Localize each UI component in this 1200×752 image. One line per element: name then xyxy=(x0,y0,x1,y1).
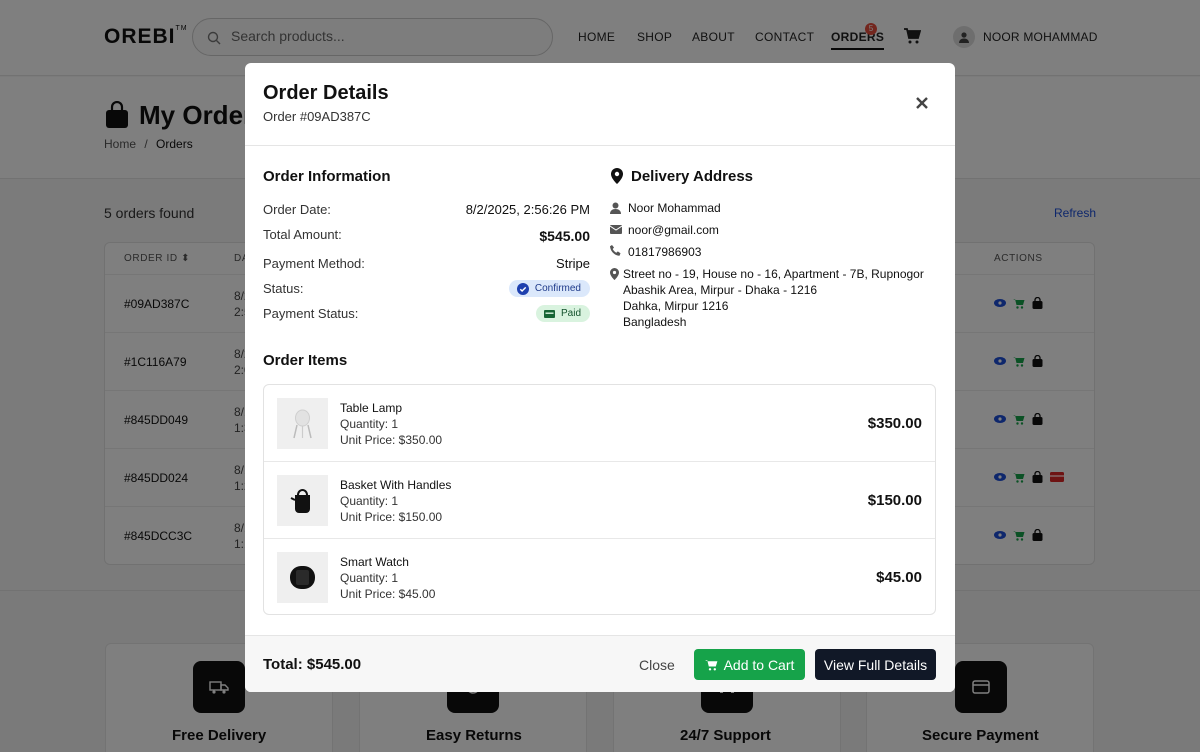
chair-image xyxy=(277,398,328,449)
phone-icon xyxy=(610,245,621,256)
item-price: $350.00 xyxy=(867,415,922,432)
product-thumbnail xyxy=(277,398,328,449)
address-line-4: Bangladesh xyxy=(623,315,687,329)
add-to-cart-button[interactable]: Add to Cart xyxy=(694,649,805,680)
modal-footer: Total: $545.00 Close Add to Cart View Fu… xyxy=(245,635,955,692)
list-item: Smart Watch Quantity: 1 Unit Price: $45.… xyxy=(264,539,935,616)
money-icon xyxy=(543,309,555,318)
delivery-address-title: Delivery Address xyxy=(631,168,754,185)
check-circle-icon xyxy=(516,282,529,295)
list-item: Basket With Handles Quantity: 1 Unit Pri… xyxy=(264,462,935,539)
address-phone: 01817986903 xyxy=(628,245,702,259)
payment-method-label: Payment Method: xyxy=(263,256,365,271)
kettle-image xyxy=(277,475,328,526)
list-item: Table Lamp Quantity: 1 Unit Price: $350.… xyxy=(264,385,935,462)
address-email: noor@gmail.com xyxy=(628,223,719,237)
payment-status-badge: Paid xyxy=(535,305,590,322)
location-pin-icon xyxy=(611,168,623,184)
map-pin-icon xyxy=(610,268,619,280)
order-items-list: Table Lamp Quantity: 1 Unit Price: $350.… xyxy=(263,384,936,615)
order-items-title: Order Items xyxy=(263,352,348,369)
item-quantity: Quantity: 1 xyxy=(340,494,399,508)
cart-icon xyxy=(704,659,717,670)
order-info-title: Order Information xyxy=(263,168,391,185)
user-icon xyxy=(610,202,621,214)
view-full-details-button[interactable]: View Full Details xyxy=(815,649,936,680)
address-line-3: Dahka, Mirpur 1216 xyxy=(623,299,729,313)
item-price: $45.00 xyxy=(876,569,922,586)
status-badge: Confirmed xyxy=(508,280,590,297)
product-thumbnail xyxy=(277,475,328,526)
item-price: $150.00 xyxy=(867,492,922,509)
close-icon[interactable] xyxy=(913,94,931,112)
address-name: Noor Mohammad xyxy=(628,201,721,215)
order-total: Total: $545.00 xyxy=(263,656,362,673)
smart-watch-image xyxy=(277,552,328,603)
total-amount-label: Total Amount: xyxy=(263,227,342,242)
close-button[interactable]: Close xyxy=(639,657,675,673)
modal-title: Order Details xyxy=(263,82,389,104)
order-details-modal: Order Details Order #09AD387C Order Info… xyxy=(245,63,955,692)
item-name: Basket With Handles xyxy=(340,478,452,492)
modal-header: Order Details Order #09AD387C xyxy=(245,63,955,146)
payment-status-label: Payment Status: xyxy=(263,306,359,321)
item-unit-price: Unit Price: $350.00 xyxy=(340,433,443,447)
order-date-label: Order Date: xyxy=(263,202,331,217)
item-quantity: Quantity: 1 xyxy=(340,417,399,431)
item-unit-price: Unit Price: $150.00 xyxy=(340,510,443,524)
payment-method-value: Stripe xyxy=(556,256,590,271)
envelope-icon xyxy=(610,225,622,234)
total-amount-value: $545.00 xyxy=(539,228,590,244)
item-quantity: Quantity: 1 xyxy=(340,571,399,585)
order-date-value: 8/2/2025, 2:56:26 PM xyxy=(465,202,590,217)
item-name: Smart Watch xyxy=(340,555,409,569)
address-line-2: Abashik Area, Mirpur - Dhaka - 1216 xyxy=(623,283,818,297)
modal-order-number: Order #09AD387C xyxy=(263,109,371,124)
address-line-1: Street no - 19, House no - 16, Apartment… xyxy=(623,267,924,281)
status-label: Status: xyxy=(263,281,304,296)
item-unit-price: Unit Price: $45.00 xyxy=(340,587,436,601)
product-thumbnail xyxy=(277,552,328,603)
item-name: Table Lamp xyxy=(340,401,403,415)
